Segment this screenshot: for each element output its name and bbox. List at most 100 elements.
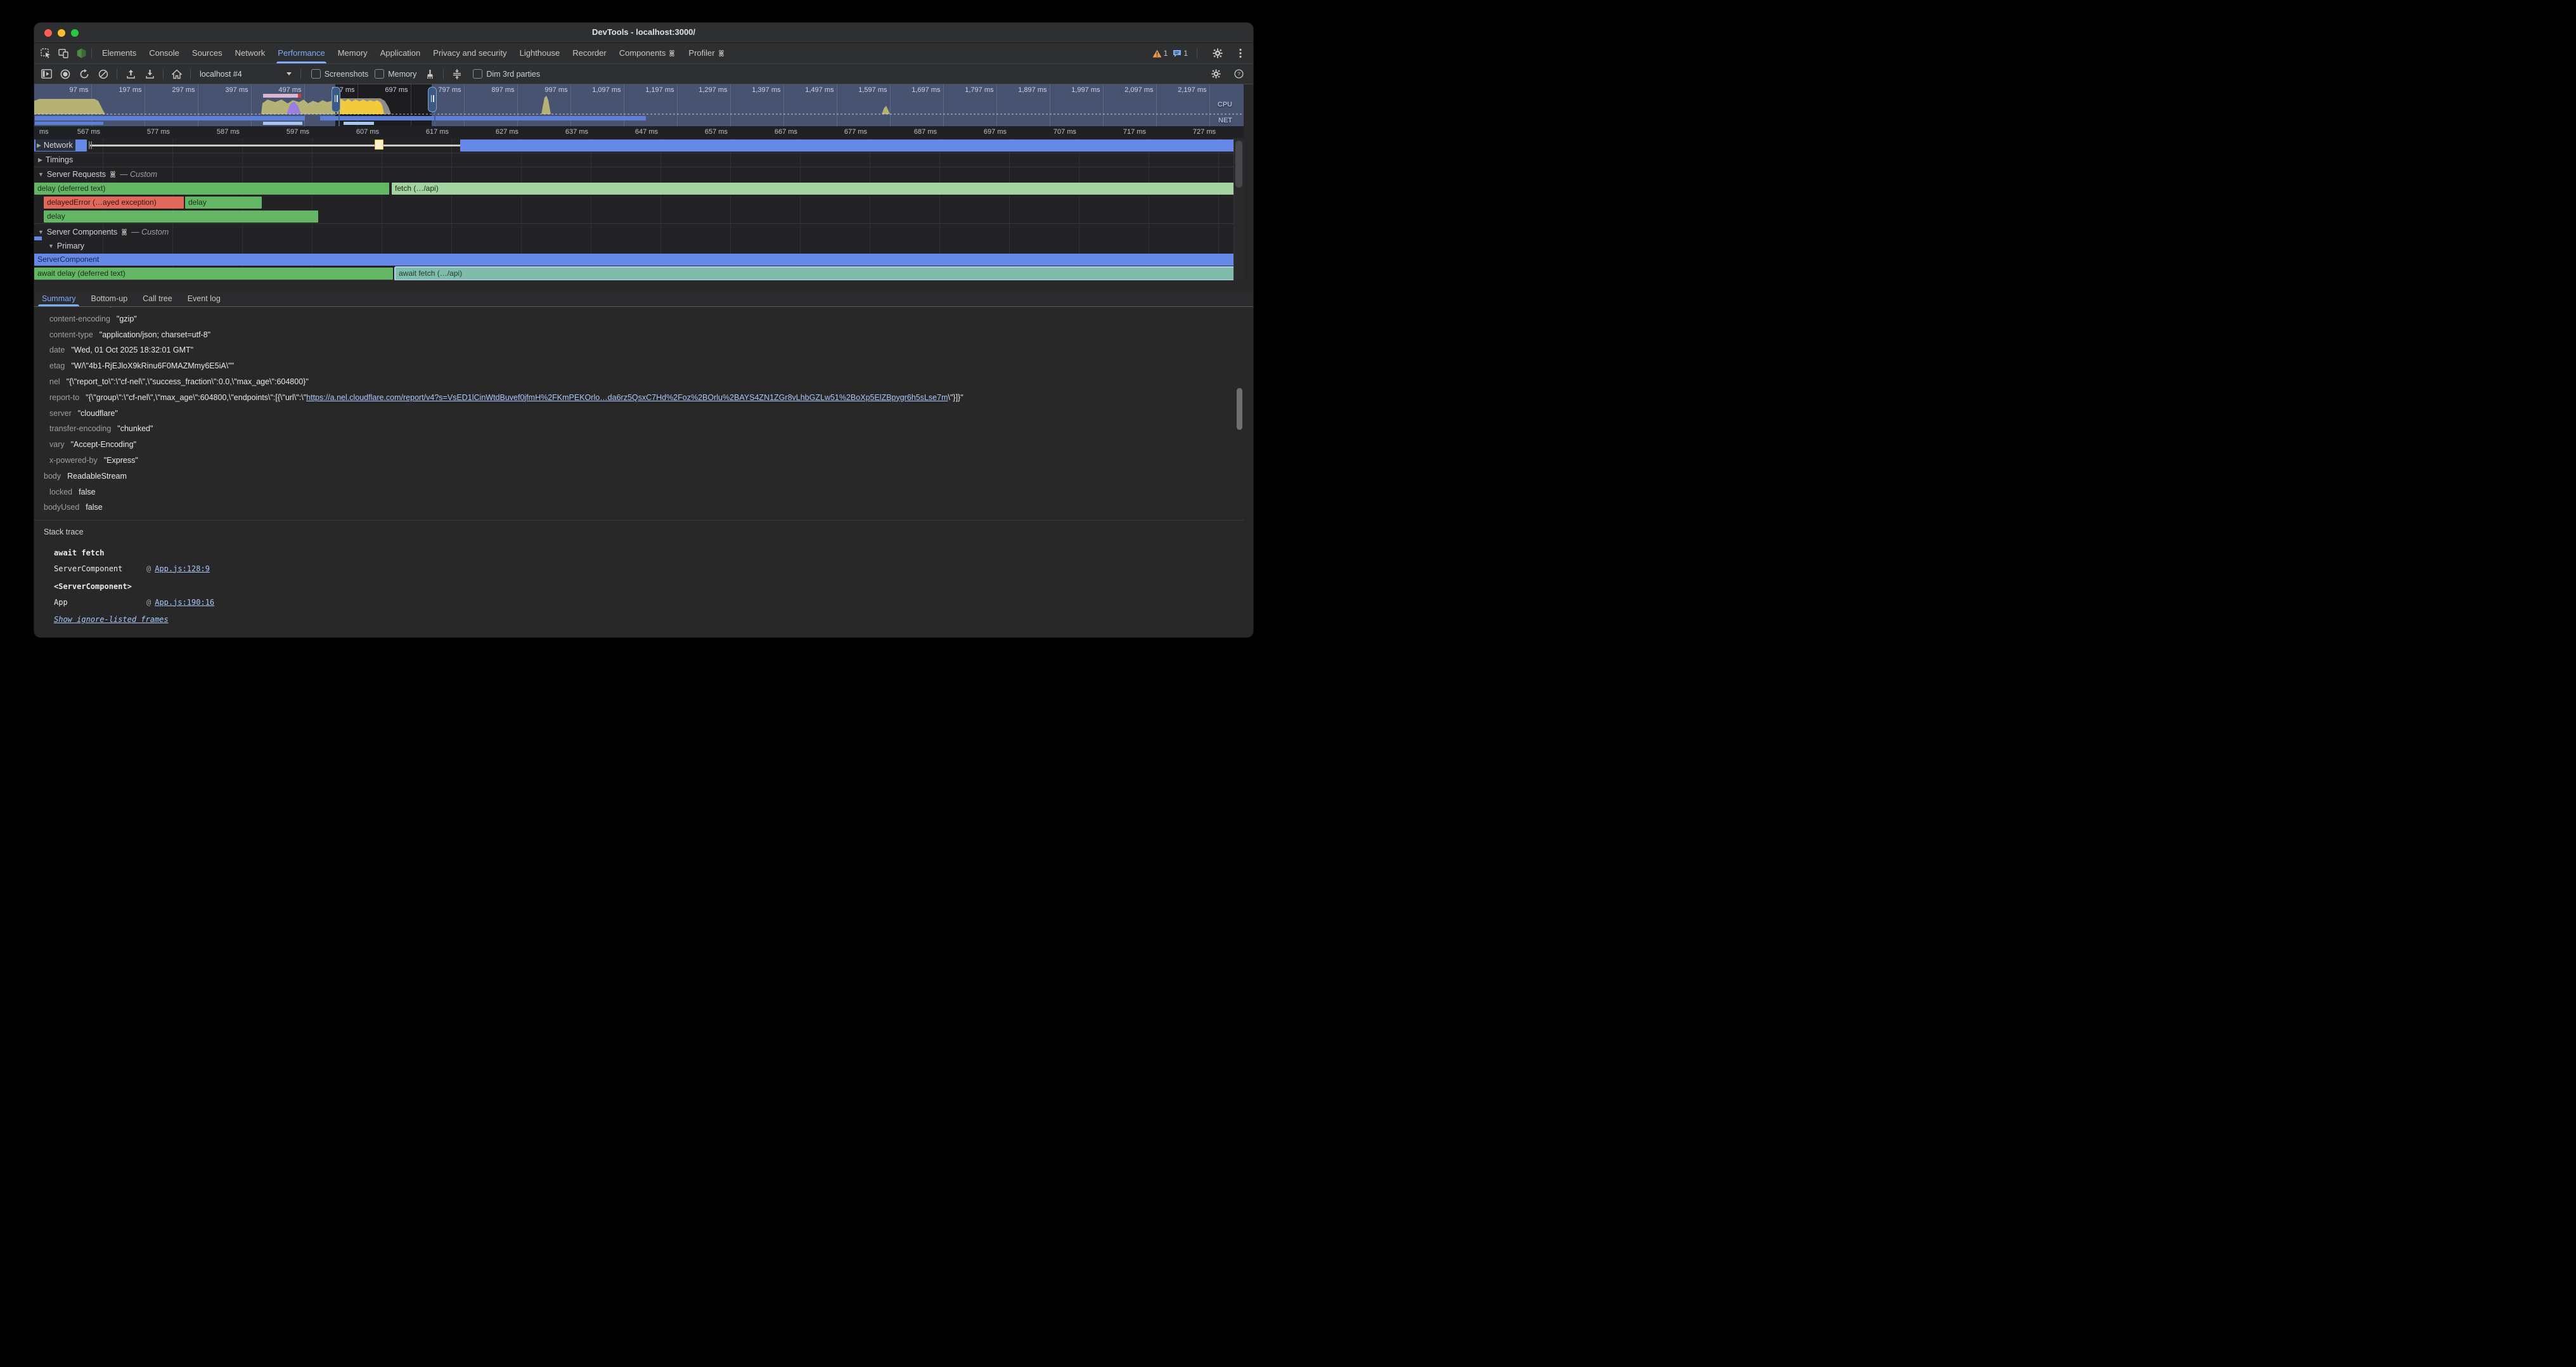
scrollbar-thumb[interactable] [1237,388,1242,430]
react-atom-icon [718,49,725,57]
summary-value: "Accept-Encoding" [71,440,136,449]
track-group-primary[interactable]: ▼ Primary [48,242,84,250]
ruler-tick-label: 567 ms [77,128,100,136]
inspect-element-icon[interactable] [39,47,52,60]
tab-components[interactable]: Components [613,43,683,63]
tab-lighthouse[interactable]: Lighthouse [513,43,567,63]
tab-call-tree[interactable]: Call tree [135,291,180,306]
tab-bottom-up[interactable]: Bottom-up [83,291,135,306]
tab-summary[interactable]: Summary [34,291,83,306]
flame-event-bar[interactable]: fetch (…/api) [392,183,1244,195]
flame-event-bar[interactable]: await fetch (…/api) [396,268,1244,280]
overview-left-handle[interactable] [332,87,340,112]
toggle-device-toolbar-icon[interactable] [57,47,70,60]
timeline-overview[interactable]: 97 ms197 ms297 ms397 ms497 ms597 ms697 m… [34,84,1244,126]
tab-performance[interactable]: Performance [271,43,331,63]
record-button[interactable] [57,67,74,82]
node-icon[interactable] [75,47,87,60]
summary-pane[interactable]: connection"keep-alive"content-encoding"g… [34,307,1244,637]
expanded-triangle-icon[interactable]: ▼ [48,243,54,249]
expanded-triangle-icon[interactable]: ▼ [38,171,44,178]
ruler-tick-label: 697 ms [984,128,1007,136]
track-network[interactable]: ▶ Network [35,139,75,151]
source-location-link[interactable]: App.js:190:16 [155,598,214,607]
more-options-kebab-icon[interactable] [1234,47,1247,60]
summary-value: "chunked" [117,424,153,433]
tab-recorder[interactable]: Recorder [566,43,612,63]
ruler-tick-label: 667 ms [775,128,797,136]
memory-label[interactable]: Memory [388,70,416,79]
summary-value: "Wed, 01 Oct 2025 18:32:01 GMT" [71,346,193,354]
network-pending-chip[interactable] [375,139,383,150]
tab-network[interactable]: Network [229,43,272,63]
ruler-unit-label: ms [39,128,49,136]
tab-console[interactable]: Console [143,43,186,63]
tab-event-log[interactable]: Event log [180,291,228,306]
summary-value: "keep-alive" [94,307,136,308]
tab-application[interactable]: Application [374,43,427,63]
summary-scrollbar[interactable] [1234,307,1244,637]
home-icon[interactable] [169,67,185,82]
load-profile-icon[interactable] [122,67,139,82]
clear-icon[interactable] [95,67,112,82]
collect-garbage-icon[interactable] [422,67,438,82]
summary-row: content-encoding"gzip" [49,311,137,327]
dim-3rd-parties-checkbox[interactable] [473,69,482,79]
flame-event-bar[interactable]: ServerComponent [34,254,1244,266]
source-location-link[interactable]: App.js:128:9 [155,564,210,573]
summary-key: vary [49,440,65,449]
stack-frame: ServerComponent@App.js:128:9 [54,564,210,573]
issues-badge[interactable]: 1 [1173,49,1188,58]
settings-gear-icon[interactable] [1211,47,1224,60]
expanded-triangle-icon[interactable]: ▼ [38,229,44,235]
summary-row: x-powered-by"Express" [49,453,138,469]
track-drag-handle[interactable] [89,141,92,149]
collapsed-triangle-icon[interactable]: ▶ [38,157,42,164]
tab-memory[interactable]: Memory [332,43,374,63]
tab-privacy-and-security[interactable]: Privacy and security [427,43,513,63]
ruler-tick-label: 647 ms [635,128,658,136]
flame-event-bar[interactable]: await delay (deferred text) [34,268,393,280]
track-timings[interactable]: ▶ Timings [38,155,73,164]
summary-key: locked [49,488,72,496]
panel-settings-gear-icon[interactable] [1208,67,1224,82]
flame-event-bar[interactable]: delay [185,197,262,209]
flame-event-bar[interactable]: delayedError (…ayed exception) [44,197,184,209]
screenshots-label[interactable]: Screenshots [325,70,368,79]
devtools-tab-bar: Elements Console Sources Network Perform… [34,43,1253,64]
memory-checkbox[interactable] [375,69,384,79]
ruler-tick-label: 577 ms [147,128,170,136]
tab-sources[interactable]: Sources [186,43,229,63]
save-profile-icon[interactable] [141,67,158,82]
shrink-rows-icon[interactable] [449,67,465,82]
toggle-sidebar-icon[interactable] [38,67,55,82]
summary-row: lockedfalse [49,484,96,500]
dim-3rd-parties-label[interactable]: Dim 3rd parties [486,70,540,79]
help-icon[interactable]: ? [1230,67,1247,82]
overview-right-handle[interactable] [428,87,437,112]
show-ignore-listed-frames-link[interactable]: Show ignore-listed frames [54,615,169,624]
flame-event-bar[interactable]: delay [44,211,318,223]
tab-elements[interactable]: Elements [96,43,143,63]
react-atom-icon [109,171,117,178]
flame-event-bar[interactable]: delay (deferred text) [34,183,389,195]
devtools-window: DevTools - localhost:3000/ Elements Cons… [34,23,1253,637]
track-server-requests[interactable]: ▼ Server Requests — Custom [38,170,157,179]
timeline-ruler[interactable]: ms 567 ms577 ms587 ms597 ms607 ms617 ms6… [34,126,1244,138]
flame-chart[interactable]: ▶ Network ▶ Timings ▼ Server Requests — … [34,138,1244,280]
report-to-url-link[interactable]: https://a.nel.cloudflare.com/report/v4?s… [306,393,948,402]
summary-key: body [44,472,61,481]
collapsed-triangle-icon[interactable]: ▶ [37,139,41,151]
track-server-components[interactable]: ▼ Server Components — Custom [38,228,169,236]
ruler-tick-label: 657 ms [705,128,728,136]
history-select[interactable]: localhost #4 [195,70,297,79]
tab-profiler[interactable]: Profiler [682,43,731,63]
reload-and-record-icon[interactable] [76,67,93,82]
scrollbar-thumb[interactable] [1235,141,1242,188]
flame-scrollbar[interactable] [1233,138,1244,280]
warnings-badge[interactable]: 1 [1152,49,1168,58]
screenshots-checkbox[interactable] [311,69,321,79]
summary-key: nel [49,377,60,386]
network-request-bar[interactable] [460,139,1244,152]
summary-value: "Express" [104,456,138,465]
